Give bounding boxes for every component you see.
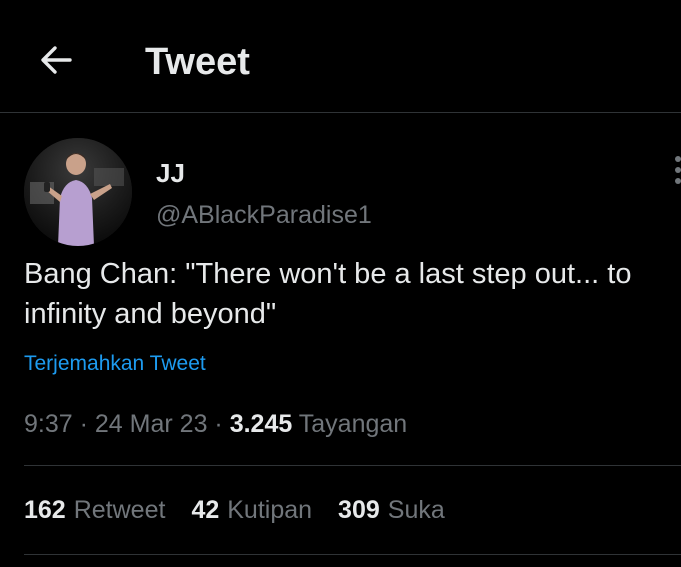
meta-separator: · xyxy=(214,410,230,438)
tweet-text: Bang Chan: "There won't be a last step o… xyxy=(24,258,632,330)
retweets-stat[interactable]: 162 Retweet xyxy=(24,494,165,526)
quotes-stat[interactable]: 42 Kutipan xyxy=(191,494,312,526)
divider xyxy=(24,465,681,466)
views-count[interactable]: 3.245 xyxy=(230,410,293,438)
meta-separator: · xyxy=(79,410,95,438)
tweet-time[interactable]: 9:37 xyxy=(24,410,73,438)
retweets-label: Retweet xyxy=(73,496,166,524)
user-handle[interactable]: @ABlackParadise1 xyxy=(156,200,372,230)
likes-label: Suka xyxy=(387,496,445,524)
divider xyxy=(24,554,681,555)
avatar-photo xyxy=(24,138,132,246)
quotes-label: Kutipan xyxy=(227,496,313,524)
views-label[interactable]: Tayangan xyxy=(299,410,407,438)
page-title: Tweet xyxy=(145,41,250,83)
translate-tweet-link[interactable]: Terjemahkan Tweet xyxy=(24,350,206,378)
more-vertical-icon xyxy=(675,156,681,184)
display-name[interactable]: JJ xyxy=(156,158,185,188)
arrow-left-icon xyxy=(41,46,72,74)
more-options-button[interactable] xyxy=(666,150,681,194)
avatar[interactable] xyxy=(24,138,132,246)
top-bar: Tweet xyxy=(0,0,681,113)
tweet-date[interactable]: 24 Mar 23 xyxy=(95,410,208,438)
likes-stat[interactable]: 309 Suka xyxy=(338,494,445,526)
quotes-count: 42 xyxy=(191,496,220,524)
likes-count: 309 xyxy=(338,496,380,524)
tweet-detail-screen: Tweet JJ @ABlackParadise1 Bang Chan: "Th… xyxy=(0,0,681,567)
back-button[interactable] xyxy=(26,36,86,84)
engagement-stats: 162 Retweet 42 Kutipan 309 Suka xyxy=(24,494,471,526)
tweet-meta: 9:37 · 24 Mar 23 · 3.245 Tayangan xyxy=(24,408,407,440)
retweets-count: 162 xyxy=(24,496,66,524)
